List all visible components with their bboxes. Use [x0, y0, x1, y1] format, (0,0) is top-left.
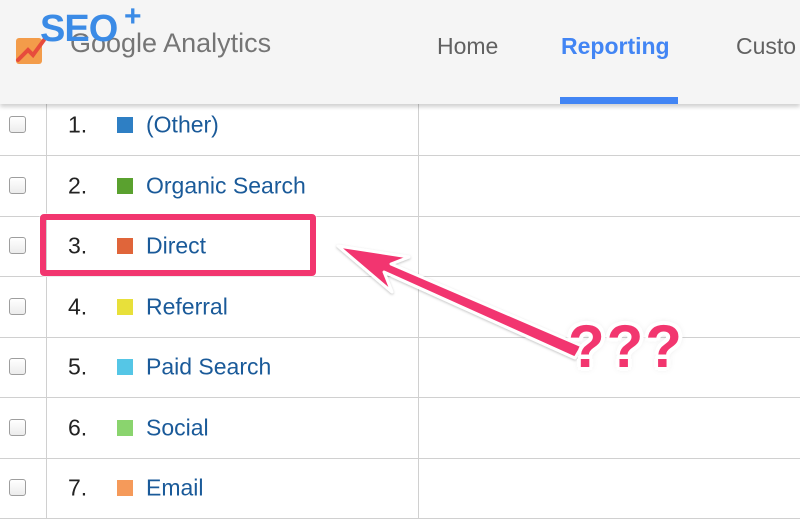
row-checkbox[interactable]	[9, 176, 26, 194]
checkbox-cell	[0, 276, 47, 337]
channel-cell: 1. (Other)	[46, 95, 419, 155]
brand-logo[interactable]: Google Analytics SEO +	[14, 0, 284, 70]
channel-color-swatch	[117, 359, 133, 375]
channel-color-swatch	[117, 117, 133, 133]
row-number: 4.	[68, 293, 88, 319]
row-checkbox[interactable]	[9, 418, 26, 436]
row-number: 7.	[68, 474, 88, 501]
metric-cell	[419, 156, 800, 216]
row-checkbox[interactable]	[9, 297, 26, 315]
checkbox-cell	[0, 397, 47, 458]
channel-cell: 6. Social	[46, 397, 419, 458]
channel-table: 1. (Other) 2. Organic Search 3. Direct 4. Refer…	[0, 95, 800, 519]
table-row: 7. Email	[0, 458, 800, 519]
channel-color-swatch	[117, 177, 133, 194]
highlight-box	[40, 214, 316, 276]
row-number: 1.	[68, 111, 88, 138]
row-number: 5.	[68, 353, 88, 380]
row-number: 6.	[68, 414, 88, 440]
channel-cell: 7. Email	[46, 458, 419, 518]
channel-cell: 5. Paid Search	[46, 337, 419, 397]
row-checkbox[interactable]	[9, 479, 26, 496]
channel-color-swatch	[117, 298, 133, 315]
channel-color-swatch	[117, 480, 133, 496]
nav-home[interactable]: Home	[437, 33, 498, 60]
seo-logo-plus: +	[124, 0, 142, 33]
app-header: Google Analytics SEO + Home Reporting Cu…	[0, 0, 800, 104]
channel-cell: 4. Referral	[46, 276, 419, 337]
row-number: 2.	[68, 172, 88, 198]
row-checkbox[interactable]	[9, 237, 26, 254]
channel-link[interactable]: Organic Search	[146, 172, 306, 199]
checkbox-cell	[0, 95, 47, 155]
checkbox-cell	[0, 155, 47, 216]
active-tab-indicator	[560, 97, 678, 104]
checkbox-cell	[0, 337, 47, 397]
table-row: 6. Social	[0, 397, 800, 459]
channel-link[interactable]: (Other)	[146, 112, 219, 139]
nav-reporting[interactable]: Reporting	[561, 33, 670, 60]
row-checkbox[interactable]	[9, 358, 26, 375]
nav-customization[interactable]: Custo	[736, 33, 796, 60]
metric-cell	[419, 95, 800, 155]
channel-link[interactable]: Social	[146, 414, 209, 441]
channel-link[interactable]: Email	[146, 475, 204, 502]
checkbox-cell	[0, 458, 47, 518]
metric-cell	[419, 458, 800, 518]
row-checkbox[interactable]	[9, 116, 26, 133]
question-marks-annotation: ???	[568, 313, 684, 380]
channel-link[interactable]: Paid Search	[146, 354, 271, 381]
seo-logo-text: SEO	[40, 8, 118, 50]
metric-cell	[419, 216, 800, 276]
table-row: 2. Organic Search	[0, 155, 800, 217]
channel-link[interactable]: Referral	[146, 293, 228, 320]
table-row: 1. (Other)	[0, 95, 800, 156]
metric-cell	[419, 398, 800, 458]
channel-color-swatch	[117, 419, 133, 436]
channel-cell: 2. Organic Search	[46, 155, 419, 216]
